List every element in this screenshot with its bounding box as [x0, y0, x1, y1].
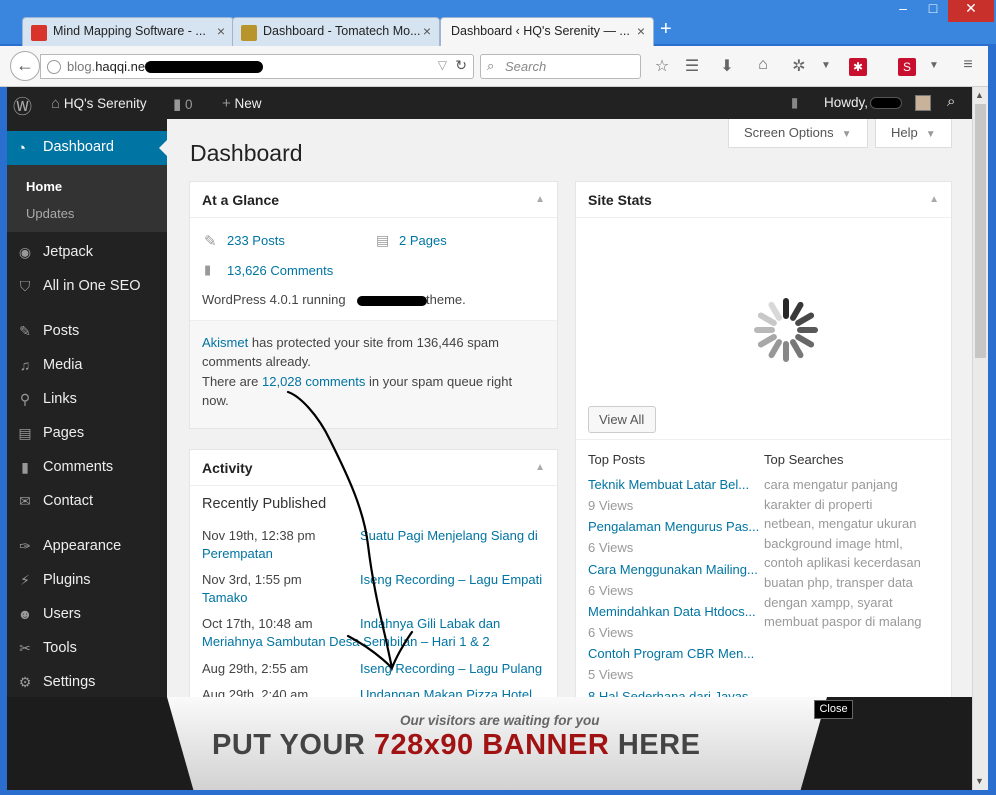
tab-title: Dashboard ‹ HQ's Serenity — ...: [451, 24, 630, 38]
banner-headline: PUT YOUR 728x90 BANNER HERE: [212, 729, 700, 762]
scroll-up-icon[interactable]: ▲: [975, 90, 984, 100]
close-tab-icon[interactable]: ×: [637, 23, 645, 39]
banner-headline-part: HERE: [609, 729, 701, 761]
banner-headline-highlight: 728x90 BANNER: [373, 729, 610, 761]
banner-headline-part: PUT YOUR: [212, 729, 374, 761]
scroll-down-icon[interactable]: ▼: [975, 776, 984, 786]
browser-tab-dashboard[interactable]: Dashboard ‹ HQ's Serenity — ... ×: [440, 17, 654, 46]
banner-close-button[interactable]: Close: [814, 700, 853, 719]
window-border: [0, 790, 996, 795]
hand-drawn-arrow: [286, 390, 414, 672]
scrollbar-thumb[interactable]: [975, 104, 986, 358]
banner-tagline: Our visitors are waiting for you: [400, 713, 600, 728]
